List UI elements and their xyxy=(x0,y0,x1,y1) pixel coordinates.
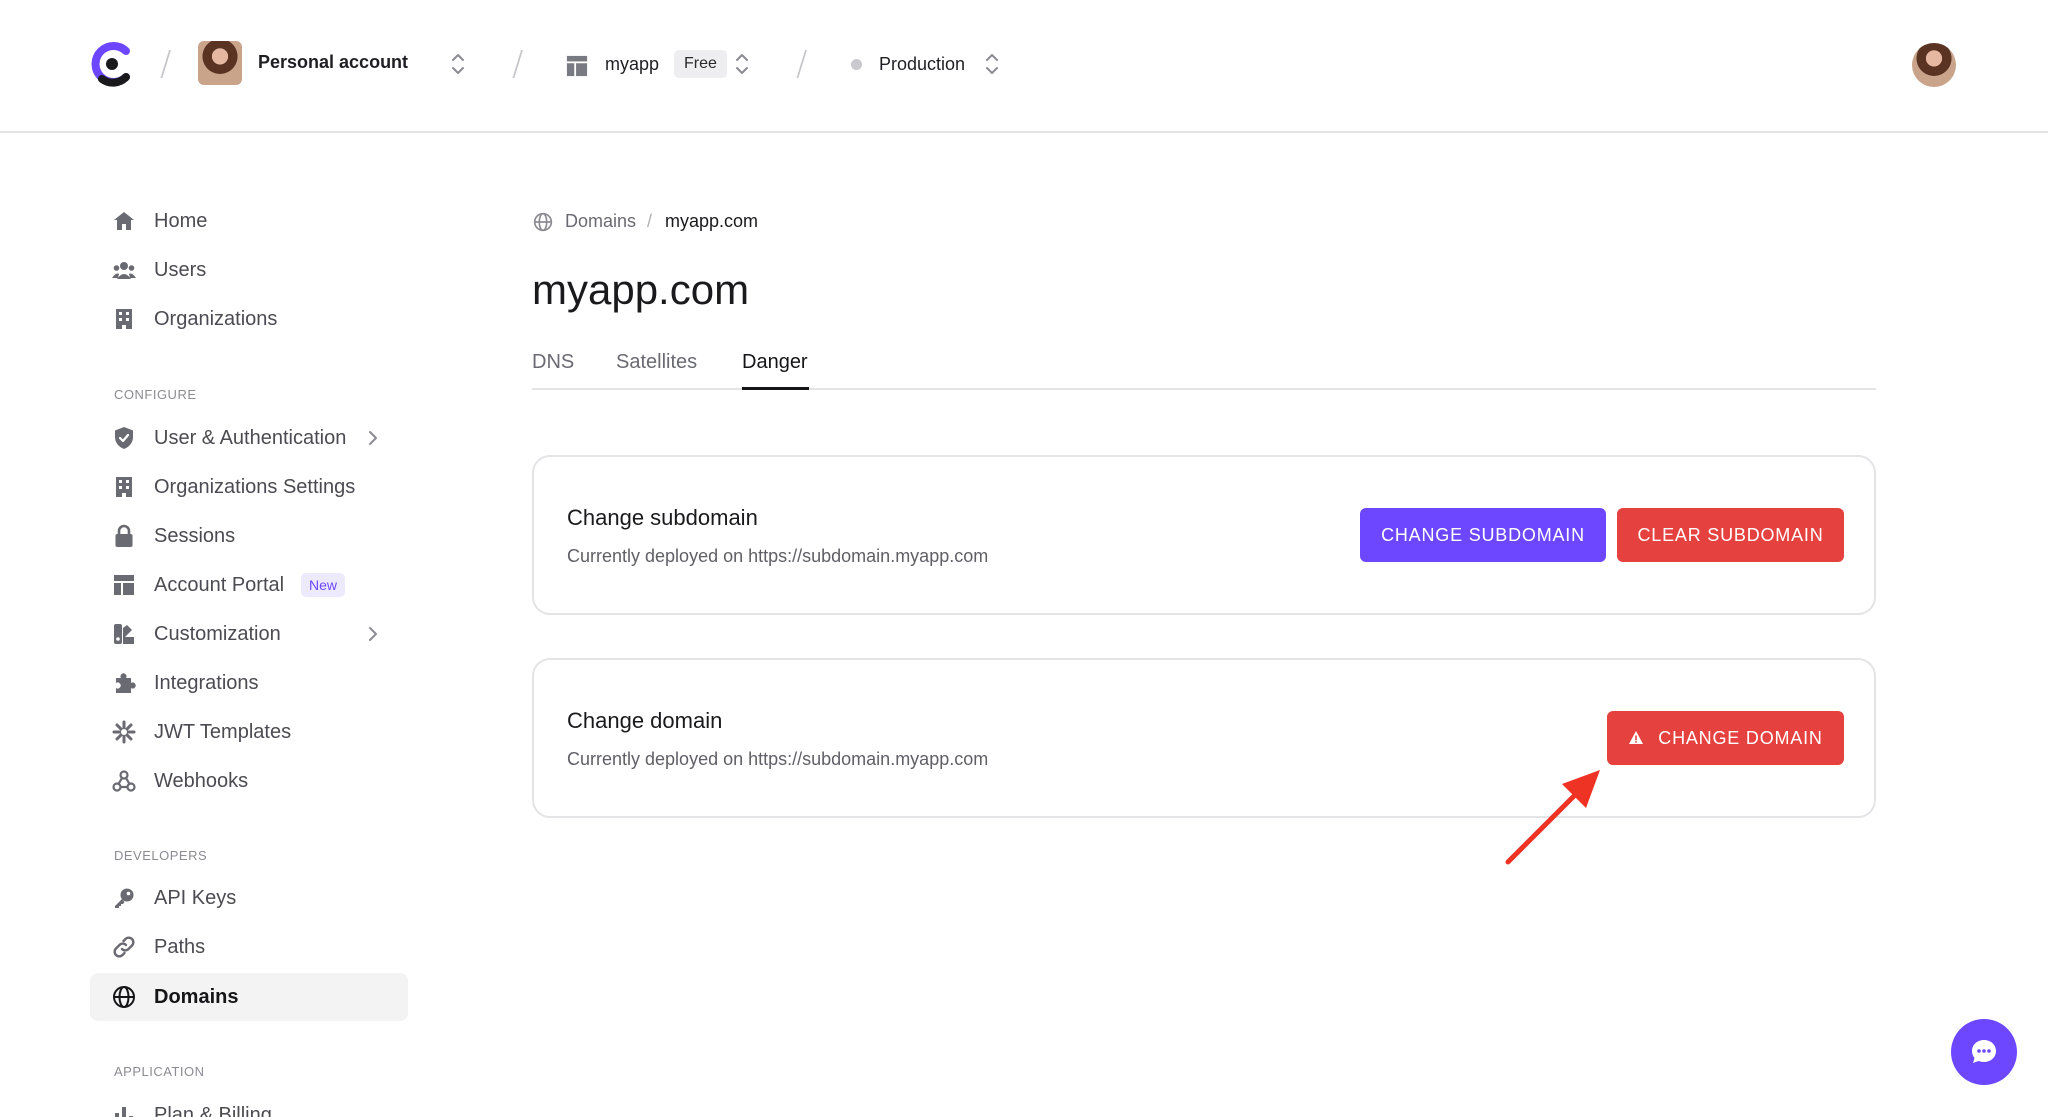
chevron-up-down-icon[interactable] xyxy=(733,50,751,78)
chevron-up-down-icon[interactable] xyxy=(449,50,467,78)
sidebar-item-jwt-templates[interactable]: JWT Templates xyxy=(90,708,408,756)
sidebar-item-user-authentication[interactable]: User & Authentication xyxy=(90,414,408,462)
sidebar-item-webhooks[interactable]: Webhooks xyxy=(90,757,408,805)
card-title: Change subdomain xyxy=(567,505,758,530)
users-icon xyxy=(112,262,136,279)
sidebar-item-label: Plan & Billing xyxy=(154,1103,272,1117)
sidebar-item-plan-billing[interactable]: Plan & Billing xyxy=(90,1091,408,1117)
change-subdomain-card: Change subdomain Currently deployed on h… xyxy=(532,455,1876,615)
webhook-icon xyxy=(112,770,136,792)
support-chat-button[interactable] xyxy=(1951,1019,2017,1085)
top-bar: / Personal account / myapp Free / Produc… xyxy=(0,0,2048,133)
new-badge: New xyxy=(301,573,346,597)
breadcrumb-separator: / xyxy=(512,44,524,84)
change-domain-card: Change domain Currently deployed on http… xyxy=(532,658,1876,818)
sidebar-item-integrations[interactable]: Integrations xyxy=(90,659,408,707)
sidebar-item-label: Paths xyxy=(154,935,206,958)
shield-icon xyxy=(115,427,133,449)
section-label-configure: CONFIGURE xyxy=(114,387,197,402)
sidebar-item-label: User & Authentication xyxy=(154,426,347,449)
link-icon xyxy=(113,936,135,958)
breadcrumb-separator: / xyxy=(796,44,808,84)
sidebar-item-label: Users xyxy=(154,258,207,281)
sidebar-item-paths[interactable]: Paths xyxy=(90,923,408,971)
change-domain-button-label: CHANGE DOMAIN xyxy=(1658,727,1823,748)
chat-icon xyxy=(1972,1040,1996,1063)
sidebar-item-account-portal[interactable]: Account Portal New xyxy=(90,561,408,609)
clerk-logo-icon[interactable] xyxy=(90,41,134,87)
annotation-arrow-icon xyxy=(1505,770,1600,865)
chart-icon xyxy=(115,1107,133,1117)
asterisk-icon xyxy=(112,720,136,744)
environment-switcher-label[interactable]: Production xyxy=(879,54,965,75)
globe-icon xyxy=(113,986,135,1008)
app-switcher-label[interactable]: myapp xyxy=(605,54,659,75)
breadcrumb-current: myapp.com xyxy=(665,211,759,231)
key-icon xyxy=(115,888,134,908)
tab-danger[interactable]: Danger xyxy=(742,351,808,374)
sidebar-item-label: Integrations xyxy=(154,671,259,694)
sidebar-item-sessions[interactable]: Sessions xyxy=(90,512,408,560)
sidebar-item-label: JWT Templates xyxy=(154,720,292,743)
user-avatar[interactable] xyxy=(1912,43,1956,87)
lock-icon xyxy=(115,524,133,547)
chevron-right-icon xyxy=(369,431,377,445)
sidebar-item-api-keys[interactable]: API Keys xyxy=(90,874,408,922)
home-icon xyxy=(114,212,134,230)
sidebar-item-organizations-settings[interactable]: Organizations Settings xyxy=(90,463,408,511)
palette-icon xyxy=(114,624,134,644)
sidebar-item-label: Account Portal xyxy=(154,573,285,596)
sidebar-item-label: Customization xyxy=(154,622,281,645)
page-title: myapp.com xyxy=(532,266,750,313)
sidebar-item-organizations[interactable]: Organizations xyxy=(90,295,408,343)
tabs-divider xyxy=(532,388,1876,390)
section-label-application: APPLICATION xyxy=(114,1064,205,1079)
card-title: Change domain xyxy=(567,708,723,733)
sidebar: Home Users Organizations CONFIGURE User … xyxy=(0,133,420,1117)
warning-icon xyxy=(1629,731,1644,744)
account-switcher-label[interactable]: Personal account xyxy=(258,52,408,73)
puzzle-icon xyxy=(116,673,136,693)
building-icon xyxy=(116,477,132,497)
plan-badge: Free xyxy=(674,50,727,78)
card-description: Currently deployed on https://subdomain.… xyxy=(567,749,989,769)
breadcrumb-separator: / xyxy=(160,44,172,84)
sidebar-item-home[interactable]: Home xyxy=(90,197,408,245)
change-domain-button[interactable]: CHANGE DOMAIN xyxy=(1607,711,1844,765)
sidebar-item-label: API Keys xyxy=(154,886,237,909)
chevron-up-down-icon[interactable] xyxy=(983,50,1001,78)
active-tab-indicator xyxy=(742,387,809,390)
change-subdomain-button[interactable]: CHANGE SUBDOMAIN xyxy=(1360,508,1606,562)
tab-dns[interactable]: DNS xyxy=(532,351,574,374)
environment-status-dot xyxy=(851,59,862,70)
globe-icon xyxy=(533,212,553,232)
sidebar-item-domains[interactable]: Domains xyxy=(90,973,408,1021)
sidebar-item-label: Sessions xyxy=(154,524,236,547)
sidebar-item-customization[interactable]: Customization xyxy=(90,610,408,658)
clear-subdomain-button[interactable]: CLEAR SUBDOMAIN xyxy=(1617,508,1844,562)
tab-satellites[interactable]: Satellites xyxy=(616,351,697,374)
breadcrumb-separator: / xyxy=(647,211,653,231)
sidebar-item-label: Organizations Settings xyxy=(154,475,356,498)
sidebar-item-label: Organizations xyxy=(154,307,278,330)
breadcrumb-parent-link[interactable]: Domains xyxy=(565,211,636,232)
layout-icon xyxy=(114,575,134,595)
sidebar-item-users[interactable]: Users xyxy=(90,246,408,294)
sidebar-item-label: Home xyxy=(154,209,208,232)
account-avatar xyxy=(198,41,242,85)
chevron-right-icon xyxy=(369,627,377,641)
sidebar-item-label: Webhooks xyxy=(154,769,249,792)
building-icon xyxy=(116,309,132,329)
section-label-developers: DEVELOPERS xyxy=(114,848,208,863)
card-description: Currently deployed on https://subdomain.… xyxy=(567,546,989,566)
sidebar-item-label: Domains xyxy=(154,985,239,1008)
app-layout-icon xyxy=(566,55,588,77)
